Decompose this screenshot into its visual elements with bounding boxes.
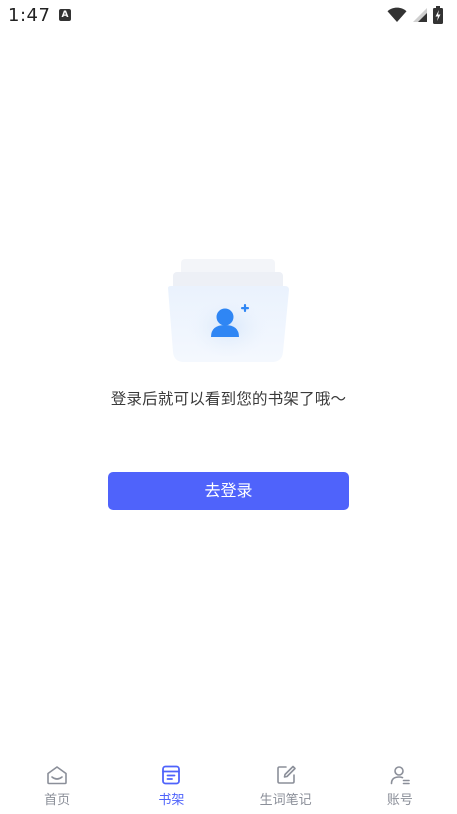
bottom-nav: 首页 书架 生词笔记 账号 — [0, 755, 457, 814]
nav-label-vocab-notes: 生词笔记 — [259, 793, 312, 808]
nav-label-account: 账号 — [386, 793, 413, 808]
wifi-icon — [387, 7, 407, 22]
empty-bookshelf-illustration — [168, 259, 289, 362]
account-icon — [390, 766, 410, 785]
notification-a-icon: A — [59, 9, 71, 21]
note-edit-icon — [276, 765, 296, 784]
nav-item-vocab-notes[interactable]: 生词笔记 — [229, 755, 343, 814]
login-prompt-message: 登录后就可以看到您的书架了哦～ — [110, 390, 347, 408]
status-icons — [387, 6, 443, 24]
battery-charging-icon — [433, 6, 443, 24]
nav-item-home[interactable]: 首页 — [0, 755, 114, 814]
nav-item-bookshelf[interactable]: 书架 — [114, 755, 228, 814]
bookshelf-icon — [162, 765, 181, 785]
nav-item-account[interactable]: 账号 — [343, 755, 457, 814]
nav-label-home: 首页 — [44, 793, 71, 808]
login-button[interactable]: 去登录 — [108, 472, 349, 510]
signal-icon — [413, 8, 427, 22]
nav-label-bookshelf: 书架 — [158, 793, 185, 808]
status-time: 1:47 — [8, 5, 51, 26]
home-icon — [47, 766, 67, 785]
status-bar: 1:47 A — [0, 0, 457, 32]
bookshelf-screen: 1:47 A 登录后就可以看到您的书架了哦～ 去登录 首页 书架 生词笔记 账号 — [0, 0, 457, 814]
